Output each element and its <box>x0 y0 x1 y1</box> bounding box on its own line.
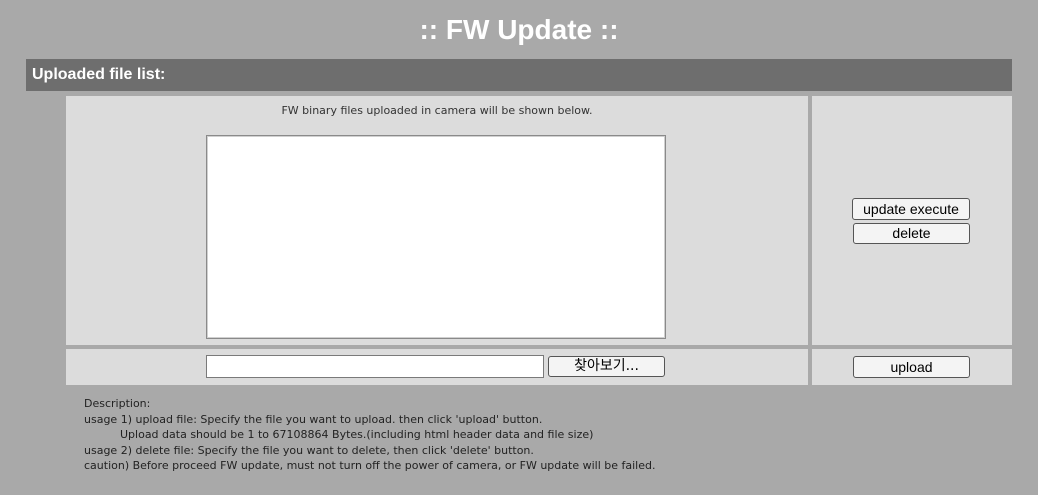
file-list-panel: FW binary files uploaded in camera will … <box>66 96 808 345</box>
description-line: caution) Before proceed FW update, must … <box>84 459 656 472</box>
file-list-hint: FW binary files uploaded in camera will … <box>281 104 593 117</box>
description-heading: Description: <box>84 397 151 410</box>
uploaded-file-listbox[interactable] <box>206 135 666 339</box>
section-header: Uploaded file list: <box>26 59 1012 91</box>
file-path-input[interactable] <box>206 355 544 378</box>
description-line: usage 1) upload file: Specify the file y… <box>84 412 543 426</box>
upload-button[interactable]: upload <box>853 356 970 378</box>
delete-button[interactable]: delete <box>853 223 970 244</box>
update-execute-button[interactable]: update execute <box>852 198 970 220</box>
file-select-panel: 찾아보기... <box>66 349 808 385</box>
description-line: usage 2) delete file: Specify the file y… <box>84 443 534 457</box>
upload-panel: upload <box>812 349 1012 385</box>
page-title: :: FW Update :: <box>419 14 619 45</box>
description-line: Upload data should be 1 to 67108864 Byte… <box>120 428 594 441</box>
description-block: Description: usage 1) upload file: Speci… <box>84 396 1004 474</box>
fw-update-page: :: FW Update :: Uploaded file list: FW b… <box>0 0 1038 495</box>
actions-panel: update execute delete <box>812 96 1012 345</box>
browse-button[interactable]: 찾아보기... <box>548 356 665 377</box>
